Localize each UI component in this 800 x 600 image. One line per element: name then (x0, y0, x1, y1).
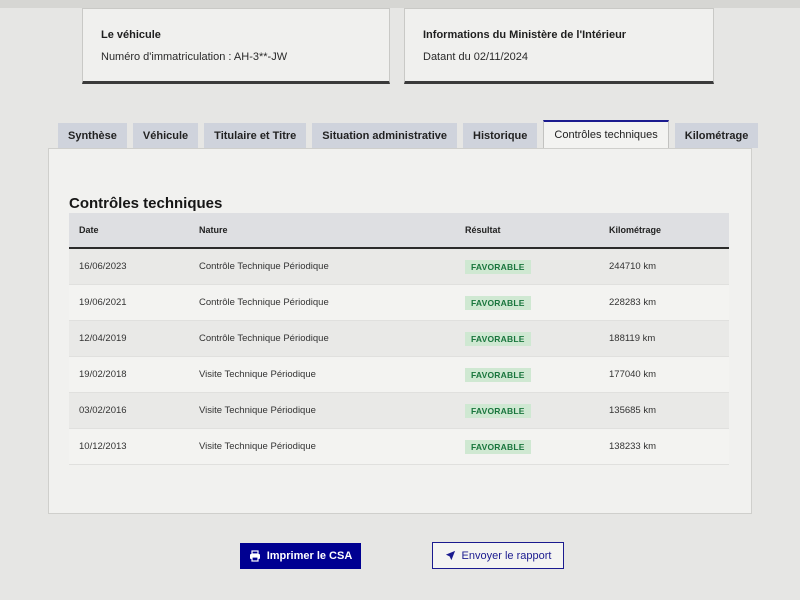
row-date: 16/06/2023 (79, 261, 127, 272)
printer-icon (249, 550, 261, 562)
row-date: 12/04/2019 (79, 333, 127, 344)
row-mileage: 188119 km (609, 333, 656, 344)
inspections-table: Date Nature Résultat Kilométrage 16/06/2… (69, 213, 729, 465)
result-badge: FAVORABLE (465, 259, 531, 274)
send-icon (445, 550, 456, 561)
print-csa-label: Imprimer le CSA (266, 550, 353, 562)
table-row: 12/04/2019 Contrôle Technique Périodique… (69, 321, 729, 357)
tab-historique[interactable]: Historique (463, 123, 538, 148)
vehicle-card: Le véhicule Numéro d'immatriculation : A… (82, 8, 390, 84)
row-result-cell: FAVORABLE (465, 403, 609, 418)
row-nature: Contrôle Technique Périodique (199, 261, 329, 272)
row-nature: Visite Technique Périodique (199, 441, 316, 452)
row-date: 19/06/2021 (79, 297, 127, 308)
send-report-button[interactable]: Envoyer le rapport (432, 542, 564, 569)
tab-bar: Synthèse Véhicule Titulaire et Titre Sit… (58, 120, 764, 148)
row-mileage: 177040 km (609, 369, 657, 380)
row-date: 03/02/2016 (79, 405, 127, 416)
tab-titulaire[interactable]: Titulaire et Titre (204, 123, 307, 148)
row-nature: Visite Technique Périodique (199, 369, 316, 380)
tab-controles[interactable]: Contrôles techniques (543, 120, 669, 148)
row-mileage: 138233 km (609, 441, 657, 452)
row-nature: Visite Technique Périodique (199, 405, 316, 416)
table-row: 19/06/2021 Contrôle Technique Périodique… (69, 285, 729, 321)
ministry-card-title: Informations du Ministère de l'Intérieur (423, 29, 627, 41)
section-title: Contrôles techniques (69, 195, 223, 212)
print-csa-button[interactable]: Imprimer le CSA (240, 543, 361, 569)
row-result-cell: FAVORABLE (465, 439, 609, 454)
row-nature: Contrôle Technique Périodique (199, 297, 329, 308)
tab-vehicule[interactable]: Véhicule (132, 123, 199, 148)
row-mileage: 135685 km (609, 405, 657, 416)
row-date: 10/12/2013 (79, 441, 127, 452)
row-result-cell: FAVORABLE (465, 367, 609, 382)
ministry-card: Informations du Ministère de l'Intérieur… (404, 8, 714, 84)
row-mileage: 244710 km (609, 261, 657, 272)
table-row: 10/12/2013 Visite Technique Périodique F… (69, 429, 729, 465)
table-row: 03/02/2016 Visite Technique Périodique F… (69, 393, 729, 429)
row-date: 19/02/2018 (79, 369, 127, 380)
ministry-date: Datant du 02/11/2024 (423, 51, 528, 63)
table-header: Date Nature Résultat Kilométrage (69, 213, 729, 249)
vehicle-card-title: Le véhicule (101, 29, 161, 41)
table-row: 19/02/2018 Visite Technique Périodique F… (69, 357, 729, 393)
result-badge: FAVORABLE (465, 439, 531, 454)
header-result: Résultat (465, 225, 501, 235)
result-badge: FAVORABLE (465, 331, 531, 346)
row-result-cell: FAVORABLE (465, 331, 609, 346)
result-badge: FAVORABLE (465, 367, 531, 382)
page: Le véhicule Numéro d'immatriculation : A… (0, 0, 800, 600)
header-nature: Nature (199, 225, 228, 235)
header-date: Date (79, 225, 99, 235)
result-badge: FAVORABLE (465, 295, 531, 310)
tab-synthese[interactable]: Synthèse (58, 123, 127, 148)
tab-kilometrage[interactable]: Kilométrage (674, 123, 759, 148)
header-mileage: Kilométrage (609, 225, 662, 235)
top-strip (0, 0, 800, 8)
tab-situation[interactable]: Situation administrative (312, 123, 457, 148)
result-badge: FAVORABLE (465, 403, 531, 418)
row-mileage: 228283 km (609, 297, 657, 308)
table-row: 16/06/2023 Contrôle Technique Périodique… (69, 249, 729, 285)
row-nature: Contrôle Technique Périodique (199, 333, 329, 344)
row-result-cell: FAVORABLE (465, 259, 609, 274)
send-report-label: Envoyer le rapport (461, 549, 552, 562)
registration-number: Numéro d'immatriculation : AH-3**-JW (101, 51, 288, 63)
tab-panel: Contrôles techniques Date Nature Résulta… (48, 148, 752, 514)
row-result-cell: FAVORABLE (465, 295, 609, 310)
